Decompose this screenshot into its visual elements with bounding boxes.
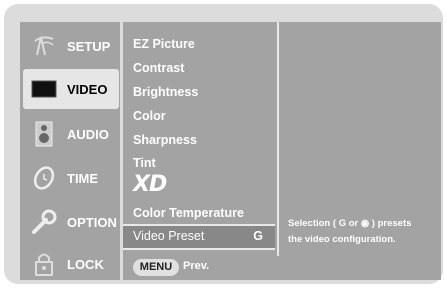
menu-item-video-preset[interactable]: Video Preset G — [123, 224, 275, 250]
menu-item-color-temperature[interactable]: Color Temperature — [133, 206, 244, 220]
menu-item-tint[interactable]: Tint — [133, 156, 156, 170]
menu-border — [277, 22, 279, 256]
menu-item-label: Video Preset — [133, 229, 205, 243]
sidebar-item-label: SETUP — [67, 38, 111, 54]
right-arrow-icon: G — [253, 229, 263, 243]
menu-item-brightness[interactable]: Brightness — [133, 85, 198, 99]
category-sidebar: SETUP VIDEO AUDIO TIME OPTION LOCK — [20, 22, 120, 280]
menu-item-ez-picture[interactable]: EZ Picture — [133, 37, 195, 51]
help-text-suffix: ) presets — [371, 218, 412, 229]
help-text-prefix: Selection ( — [288, 218, 337, 229]
help-line-2: the video configuration. — [288, 234, 396, 245]
sidebar-item-video[interactable]: VIDEO — [23, 69, 119, 109]
menu-footer: MENU Prev. — [123, 256, 277, 280]
menu-item-xd[interactable]: XD — [133, 172, 167, 197]
wrench-icon — [29, 207, 59, 237]
menu-button[interactable]: MENU — [133, 259, 179, 276]
menu-item-sharpness[interactable]: Sharpness — [133, 133, 197, 147]
sidebar-item-lock[interactable]: LOCK — [23, 244, 119, 284]
sidebar-item-option[interactable]: OPTION — [23, 202, 119, 242]
sidebar-item-label: AUDIO — [67, 126, 109, 142]
tv-screen-icon — [29, 74, 59, 104]
sidebar-item-setup[interactable]: SETUP — [23, 26, 119, 66]
help-line-1: Selection ( G or ◉ ) presets — [288, 216, 438, 232]
padlock-icon — [29, 249, 59, 279]
clock-icon — [29, 163, 59, 193]
menu-item-color[interactable]: Color — [133, 109, 166, 123]
menu-item-contrast[interactable]: Contrast — [133, 61, 184, 75]
sidebar-item-label: VIDEO — [67, 81, 108, 97]
right-key-icon: G — [338, 218, 347, 229]
speaker-icon — [29, 119, 59, 149]
help-text-or: or — [348, 218, 361, 229]
sidebar-item-label: LOCK — [67, 256, 104, 272]
sidebar-item-label: TIME — [67, 170, 99, 186]
sidebar-item-label: OPTION — [67, 214, 117, 230]
sidebar-item-time[interactable]: TIME — [23, 158, 119, 198]
antenna-icon — [29, 31, 59, 61]
prev-label: Prev. — [183, 260, 210, 272]
sidebar-item-audio[interactable]: AUDIO — [23, 114, 119, 154]
help-text: Selection ( G or ◉ ) presets the video c… — [288, 216, 438, 248]
enter-key-icon: ◉ — [360, 218, 370, 229]
video-menu: EZ Picture Contrast Brightness Color Sha… — [123, 22, 277, 280]
